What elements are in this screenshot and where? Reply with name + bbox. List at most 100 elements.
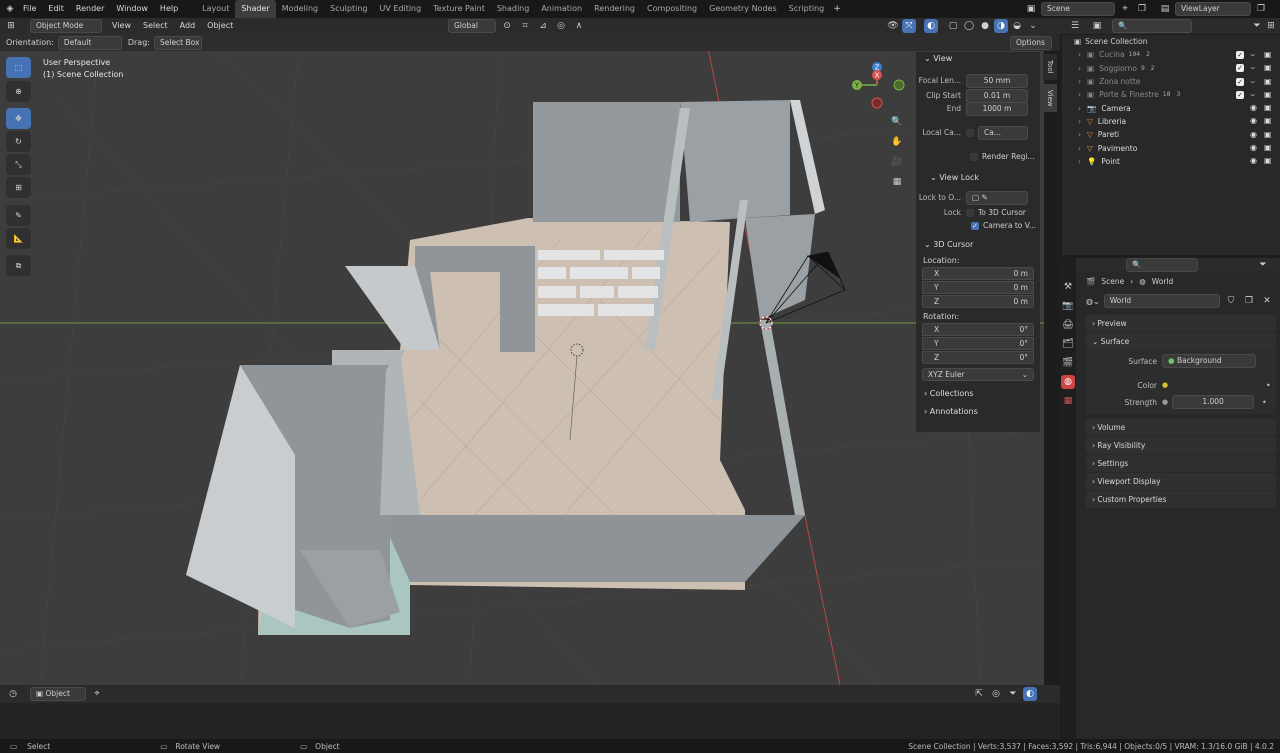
exclude-checkbox[interactable]: ✓ [1236,50,1244,59]
eye-icon[interactable]: ◉ [1250,144,1258,152]
falloff-icon[interactable]: ∧ [572,19,586,33]
menu-edit[interactable]: Edit [42,0,70,18]
collections-header[interactable]: › Collections [916,387,1040,401]
loc-y-field[interactable]: Y 0 m [922,281,1034,294]
new-scene-icon[interactable]: ❐ [1135,2,1149,16]
color-swatch[interactable] [1172,379,1261,391]
outliner-item-zona-notte[interactable]: › ▣ Zona notte ✓ ⌣ ▣ [1062,75,1280,88]
camera-to-view-checkbox[interactable]: ✓ [971,221,979,230]
filter-icon[interactable]: ⏷ [1250,19,1264,33]
tab-tool[interactable]: Tool [1043,54,1057,80]
3d-cursor-header[interactable]: ⌄ 3D Cursor [916,238,1040,252]
loc-x-field[interactable]: X 0 m [922,267,1034,280]
strength-field[interactable]: 1.000 [1172,395,1255,409]
timeline-editor-icon[interactable]: ◷ [6,687,20,701]
viewport-menu-select[interactable]: Select [137,17,174,35]
select-box-tool[interactable]: ⬚ [6,57,31,78]
pan-hand-icon[interactable]: ✋ [889,134,905,150]
cursor-tool[interactable]: ⊕ [6,81,31,102]
local-camera-field[interactable]: Ca... [978,125,1028,140]
annotate-tool[interactable]: ✎ [6,205,31,226]
camera-view-icon[interactable]: 🎥 [889,154,905,170]
add-workspace-icon[interactable]: + [830,2,844,16]
eye-icon[interactable]: ◉ [1250,117,1258,125]
wireframe-shading-icon[interactable]: ◯ [962,19,976,33]
output-tab-icon[interactable]: 🖨 [1061,318,1075,332]
pivot-icon[interactable]: ⊙ [500,19,514,33]
expand-arrow-icon[interactable]: › [1078,77,1081,86]
drag-selector[interactable]: Select Box [153,35,202,50]
eye-icon[interactable]: ◉ [1250,157,1258,165]
keyframe-dot-icon[interactable]: • [1266,381,1270,390]
loc-z-field[interactable]: Z 0 m [922,295,1034,308]
outliner-item-cucina[interactable]: › ▣ Cucina 194 2 ✓ ⌣ ▣ [1062,48,1280,61]
view-layer-selector[interactable]: ViewLayer [1175,2,1251,16]
menu-help[interactable]: Help [154,0,184,18]
preview-section[interactable]: › Preview [1086,315,1276,332]
navigation-gizmo[interactable]: Z X Y [848,60,908,112]
properties-search-input[interactable]: 🔍 [1126,257,1198,272]
transform-tool[interactable]: ⊞ [6,177,31,198]
outliner-search-input[interactable]: 🔍 [1112,19,1192,33]
to-3d-cursor-checkbox[interactable] [966,208,974,217]
annotations-header[interactable]: › Annotations [916,405,1040,419]
expand-arrow-icon[interactable]: › [1078,90,1081,99]
eye-icon[interactable]: ⌣ [1250,90,1258,99]
mode-selector[interactable]: Object Mode [30,19,102,33]
eye-icon[interactable]: ◉ [1250,104,1258,112]
timeline-mode-selector[interactable]: ▣ Object [30,687,86,701]
lock-object-field[interactable]: ▢ ✎ [966,190,1028,205]
section-custom-properties[interactable]: › Custom Properties [1086,491,1276,508]
render-tab-icon[interactable]: 📷 [1061,299,1075,313]
tab-layout[interactable]: Layout [196,0,235,18]
surface-shader-field[interactable]: ● Background [1162,354,1256,368]
viewport-menu-view[interactable]: View [106,17,137,35]
expand-arrow-icon[interactable]: › [1078,117,1081,126]
eye-icon[interactable]: ◉ [1250,130,1258,139]
view-layer-tab-icon[interactable]: 🗂 [1061,337,1075,351]
rot-z-field[interactable]: Z 0° [922,351,1034,364]
timeline-area[interactable] [0,703,1060,739]
tab-view[interactable]: View [1043,84,1057,112]
tab-texture-paint[interactable]: Texture Paint [427,0,491,18]
unlink-world-icon[interactable]: ✕ [1260,294,1274,308]
scene-tab-icon[interactable]: 🎬 [1061,356,1075,370]
timeline-filter-icon[interactable]: ⏷ [1006,687,1020,701]
viewport-menu-object[interactable]: Object [201,17,239,35]
local-camera-checkbox[interactable] [966,128,974,137]
material-shading-icon[interactable]: ◑ [994,19,1008,33]
render-region-checkbox[interactable] [970,152,978,161]
section-settings[interactable]: › Settings [1086,455,1276,472]
camera-render-icon[interactable]: ▣ [1264,50,1272,59]
outliner-item-soggiorno[interactable]: › ▣ Soggiorno 9 2 ✓ ⌣ ▣ [1062,62,1280,75]
camera-render-icon[interactable]: ▣ [1264,117,1272,125]
proportional-edit-icon[interactable]: ◎ [554,19,568,33]
menu-render[interactable]: Render [70,0,110,18]
expand-arrow-icon[interactable]: › [1078,144,1081,153]
view-layer-icon[interactable]: ▤ [1158,2,1172,16]
pin-icon[interactable]: ⌖ [1118,2,1132,16]
scene-collection-row[interactable]: ▣ Scene Collection [1062,35,1280,48]
tab-shader[interactable]: Shader [235,0,276,18]
shading-options-icon[interactable]: ⌄ [1026,19,1040,33]
menu-window[interactable]: Window [110,0,154,18]
scene-icon[interactable]: ▣ [1024,2,1038,16]
expand-arrow-icon[interactable]: › [1078,64,1081,73]
options-button[interactable]: Options [1010,35,1052,50]
xray-icon[interactable]: ▢ [946,19,960,33]
camera-render-icon[interactable]: ▣ [1264,104,1272,112]
tab-sculpting[interactable]: Sculpting [324,0,373,18]
exclude-checkbox[interactable]: ✓ [1236,77,1244,86]
section-volume[interactable]: › Volume [1086,419,1276,436]
transform-orientation[interactable]: Global [448,19,496,33]
tab-geometry-nodes[interactable]: Geometry Nodes [703,0,782,18]
tab-scripting[interactable]: Scripting [783,0,831,18]
overlay-toggle-icon[interactable]: ◐ [924,19,938,33]
tool-tab-icon[interactable]: ⚒ [1061,280,1075,294]
world-name-field[interactable]: World [1103,294,1220,308]
eye-icon[interactable]: ⌣ [1250,77,1258,86]
camera-render-icon[interactable]: ▣ [1264,157,1272,165]
rotation-mode-selector[interactable]: XYZ Euler ⌄ [922,368,1034,381]
timeline-overlay-icon[interactable]: ◎ [989,687,1003,701]
clip-end-field[interactable]: 1000 m [966,101,1028,116]
